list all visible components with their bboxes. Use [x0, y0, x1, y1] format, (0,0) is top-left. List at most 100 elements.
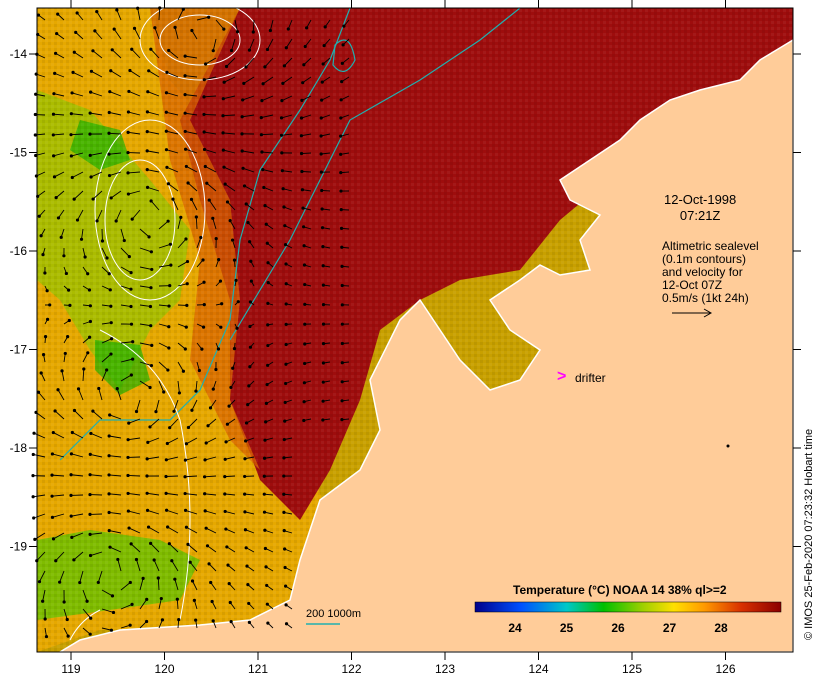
velocity-arrow-head [340, 61, 344, 65]
velocity-arrow-head [43, 617, 47, 621]
velocity-arrow-head [167, 48, 171, 53]
velocity-arrow-head [230, 238, 235, 242]
velocity-arrow-head [109, 628, 113, 632]
velocity-arrow-head [222, 27, 226, 31]
velocity-arrow-head [339, 98, 343, 102]
velocity-arrow-head [247, 48, 252, 52]
velocity-arrow-head [88, 553, 93, 558]
map-plot-area [31, 0, 794, 653]
velocity-arrow-head [200, 347, 204, 351]
velocity-arrow-head [129, 322, 134, 326]
velocity-arrow-head [95, 10, 99, 14]
velocity-arrow-head [69, 112, 73, 116]
velocity-arrow-head [145, 168, 149, 172]
velocity-arrow-head [222, 165, 226, 169]
velocity-arrow-head [51, 133, 55, 137]
velocity-arrow-head [302, 244, 306, 248]
velocity-arrow-head [86, 272, 90, 276]
velocity-arrow-head [192, 598, 196, 602]
velocity-arrow-head [145, 149, 149, 153]
velocity-arrow-head [34, 174, 39, 178]
velocity-arrow-head [56, 12, 60, 16]
velocity-arrow-head [321, 399, 325, 403]
velocity-arrow-head [52, 92, 56, 96]
velocity-arrow-head [177, 391, 182, 395]
velocity-arrow-head [323, 25, 327, 29]
velocity-arrow-head [283, 565, 287, 570]
velocity-arrow-head [245, 564, 249, 568]
velocity-arrow-head [188, 560, 192, 564]
velocity-arrow-head [166, 368, 170, 372]
velocity-arrow-head [72, 197, 76, 201]
velocity-arrow-head [88, 319, 92, 324]
velocity-arrow-head [263, 546, 268, 551]
velocity-arrow-head [203, 458, 207, 462]
velocity-arrow-head [184, 442, 189, 446]
velocity-arrow-head [240, 132, 244, 136]
velocity-arrow-head [109, 304, 113, 308]
velocity-arrow-head [217, 258, 221, 262]
x-tick-label: 126 [715, 662, 735, 676]
velocity-arrow-head [126, 150, 130, 155]
velocity-arrow-head [129, 373, 133, 377]
drifter-marker-icon: > [557, 368, 567, 385]
velocity-arrow-head [127, 255, 131, 259]
velocity-arrow-head [109, 337, 114, 341]
velocity-arrow-head [221, 148, 225, 152]
velocity-arrow-head [201, 325, 206, 329]
velocity-arrow-head [41, 352, 46, 357]
velocity-arrow-head [282, 529, 286, 533]
velocity-arrow-head [203, 492, 207, 496]
velocity-arrow-head [122, 238, 126, 243]
velocity-arrow-head [241, 166, 245, 170]
velocity-arrow-head [219, 325, 223, 329]
velocity-arrow-head [229, 385, 233, 390]
velocity-arrow-head [128, 580, 132, 585]
velocity-arrow-head [339, 134, 343, 138]
velocity-arrow-head [148, 304, 153, 309]
velocity-arrow-head [89, 616, 93, 620]
velocity-arrow-head [301, 81, 305, 85]
x-tick-label: 121 [248, 662, 268, 676]
velocity-arrow-head [339, 208, 343, 212]
velocity-arrow-head [266, 301, 270, 305]
velocity-arrow-head [284, 342, 288, 347]
velocity-arrow-head [220, 302, 224, 306]
altimetry-legend: Altimetric sealevel (0.1m contours) and … [662, 240, 759, 305]
velocity-arrow-head [302, 400, 306, 404]
velocity-arrow-head [231, 366, 235, 370]
velocity-arrow-head [204, 441, 208, 445]
velocity-arrow-head [107, 110, 111, 115]
velocity-arrow-head [319, 152, 323, 156]
velocity-arrow-head [342, 24, 346, 28]
colorbar-tick-label: 26 [611, 621, 625, 635]
velocity-arrow-head [68, 303, 72, 307]
velocity-arrow-head [284, 381, 288, 386]
velocity-arrow-head [320, 188, 324, 193]
velocity-arrow-head [321, 245, 325, 249]
velocity-arrow-head [107, 152, 111, 156]
velocity-arrow-head [159, 596, 163, 601]
legend-line-5: 0.5m/s (1kt 24h) [662, 291, 749, 305]
velocity-arrow-head [146, 525, 151, 529]
velocity-arrow-head [54, 196, 58, 200]
velocity-arrow-head [130, 602, 134, 606]
velocity-arrow-head [156, 576, 160, 580]
velocity-arrow-head [51, 112, 56, 116]
y-tick-label: -19 [10, 540, 28, 554]
velocity-arrow-head [249, 259, 253, 263]
velocity-arrow-head [31, 474, 35, 478]
velocity-arrow-head [51, 537, 56, 541]
velocity-arrow-head [149, 250, 153, 254]
velocity-arrow-head [107, 473, 111, 477]
velocity-arrow-head [340, 283, 344, 288]
velocity-arrow-head [244, 439, 248, 443]
velocity-arrow-head [93, 29, 97, 33]
velocity-arrow-head [168, 426, 172, 430]
velocity-arrow-head [168, 242, 173, 246]
velocity-arrow-head [108, 288, 112, 292]
x-tick-label: 124 [528, 662, 548, 676]
velocity-arrow-head [148, 385, 152, 390]
colorbar-title: Temperature (°C) NOAA 14 38% ql>=2 [513, 583, 727, 597]
velocity-arrow-head [262, 474, 266, 478]
